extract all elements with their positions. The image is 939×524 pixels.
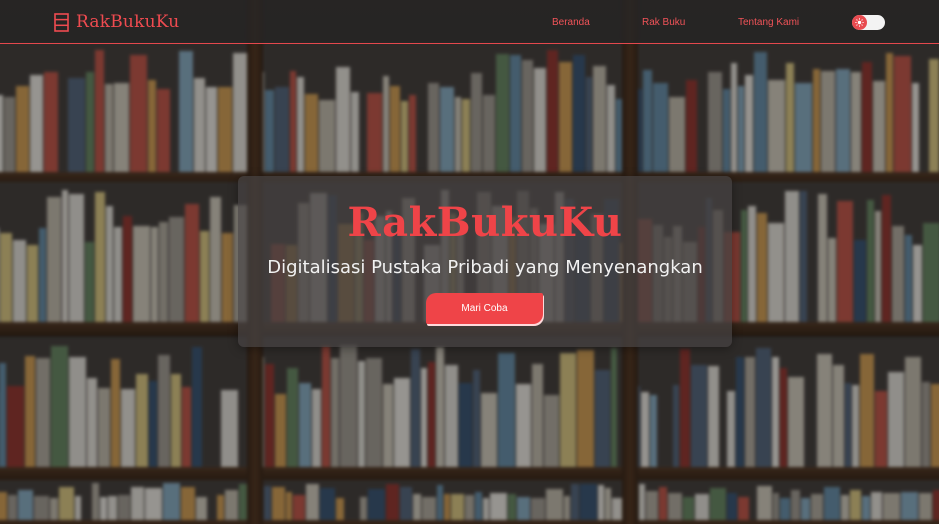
- brand-logo[interactable]: RakBukuKu: [54, 12, 179, 32]
- nav-link-rak-buku[interactable]: Rak Buku: [642, 17, 685, 28]
- mari-coba-button[interactable]: Mari Coba: [426, 293, 543, 324]
- hero-title: RakBukuKu: [347, 199, 623, 246]
- navbar: RakBukuKu Beranda Rak Buku Tentang Kami: [0, 0, 939, 44]
- nav-link-beranda[interactable]: Beranda: [552, 17, 590, 28]
- hero-subtitle: Digitalisasi Pustaka Pribadi yang Menyen…: [267, 257, 703, 278]
- toggle-knob: [852, 15, 867, 30]
- theme-toggle[interactable]: [852, 15, 885, 30]
- nav-link-tentang-kami[interactable]: Tentang Kami: [738, 17, 799, 28]
- hero-card: RakBukuKu Digitalisasi Pustaka Pribadi y…: [238, 176, 732, 347]
- sun-icon: [855, 18, 864, 27]
- brand-name: RakBukuKu: [76, 12, 180, 32]
- bookshelf-icon: [54, 12, 69, 32]
